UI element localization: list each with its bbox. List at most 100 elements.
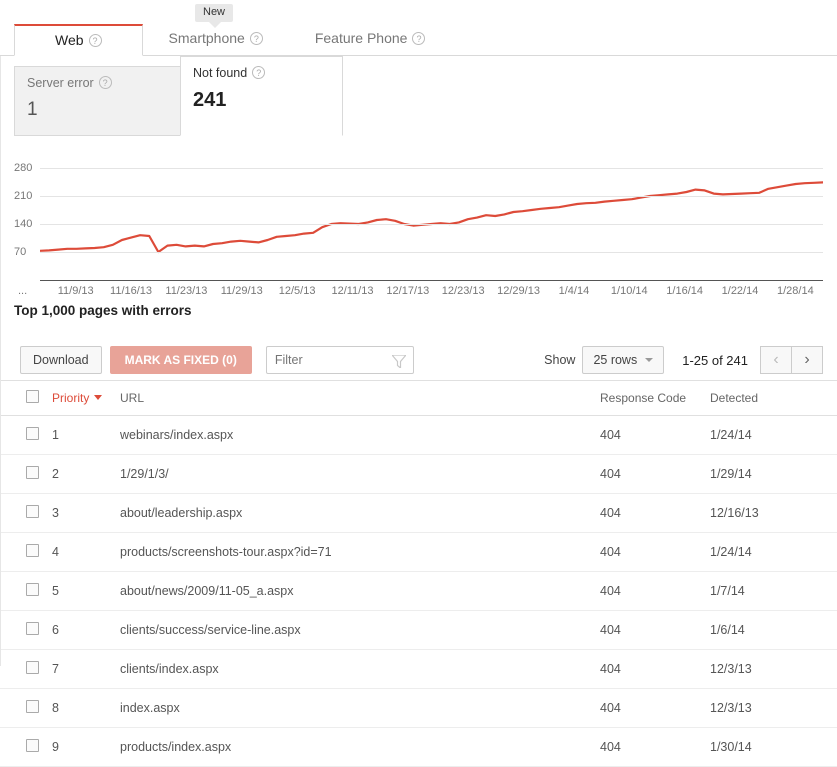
download-button[interactable]: Download <box>20 346 102 374</box>
rows-per-page-select[interactable]: 25 rows <box>582 346 664 374</box>
column-header-url[interactable]: URL <box>120 381 600 416</box>
metric-cards: Server error? 1 Not found? 241 <box>0 56 837 136</box>
row-checkbox[interactable] <box>26 583 39 596</box>
help-icon-not-found[interactable]: ? <box>252 66 265 79</box>
row-checkbox[interactable] <box>26 544 39 557</box>
row-checkbox[interactable] <box>26 466 39 479</box>
cell-priority: 6 <box>52 611 120 650</box>
cell-url[interactable]: products/index.aspx <box>120 728 600 767</box>
table-row[interactable]: 5about/news/2009/11-05_a.aspx4041/7/14 <box>0 572 837 611</box>
new-badge-label: New <box>203 6 225 18</box>
row-select-cell <box>0 455 52 494</box>
table-row[interactable]: 4products/screenshots-tour.aspx?id=71404… <box>0 533 837 572</box>
cell-priority: 8 <box>52 689 120 728</box>
cell-response-code: 404 <box>600 572 710 611</box>
column-header-priority-label: Priority <box>52 391 89 405</box>
metric-card-not-found[interactable]: Not found? 241 <box>180 56 343 136</box>
filter-box[interactable] <box>266 346 414 374</box>
cell-detected: 1/24/14 <box>710 416 837 455</box>
column-header-response-code[interactable]: Response Code <box>600 381 710 416</box>
row-checkbox[interactable] <box>26 622 39 635</box>
show-label: Show <box>544 353 575 367</box>
metric-card-not-found-label: Not found? <box>193 66 330 80</box>
cell-priority: 3 <box>52 494 120 533</box>
row-checkbox[interactable] <box>26 739 39 752</box>
table-row[interactable]: 1webinars/index.aspx4041/24/14 <box>0 416 837 455</box>
chart-plot <box>40 154 823 280</box>
cell-url[interactable]: products/screenshots-tour.aspx?id=71 <box>120 533 600 572</box>
cell-priority: 2 <box>52 455 120 494</box>
previous-page-button[interactable]: ‹ <box>760 346 792 374</box>
cell-url[interactable]: about/news/2009/11-05_a.aspx <box>120 572 600 611</box>
row-checkbox[interactable] <box>26 505 39 518</box>
tab-feature-phone[interactable]: Feature Phone? <box>289 23 452 55</box>
row-select-cell <box>0 494 52 533</box>
cell-url[interactable]: 1/29/1/3/ <box>120 455 600 494</box>
metric-label-text: Server error <box>27 76 94 90</box>
cell-response-code: 404 <box>600 611 710 650</box>
cell-url[interactable]: clients/success/service-line.aspx <box>120 611 600 650</box>
metric-card-not-found-value: 241 <box>193 89 330 112</box>
cell-url[interactable]: about/leadership.aspx <box>120 494 600 533</box>
x-axis-tick: ... <box>14 285 48 297</box>
help-icon-smartphone[interactable]: ? <box>250 32 263 45</box>
x-axis-tick: 11/9/13 <box>48 285 103 297</box>
chart-gridline <box>40 252 823 253</box>
row-select-cell <box>0 728 52 767</box>
table-header-row: Priority URL Response Code Detected <box>0 381 837 416</box>
metric-card-server-error-value: 1 <box>27 99 168 121</box>
table-row[interactable]: 8index.aspx40412/3/13 <box>0 689 837 728</box>
table-row[interactable]: 21/29/1/3/4041/29/14 <box>0 455 837 494</box>
tab-bar: Web? Smartphone? Feature Phone? <box>0 24 837 56</box>
help-icon-feature-phone[interactable]: ? <box>412 32 425 45</box>
page-title: Top 1,000 pages with errors <box>0 297 837 318</box>
y-axis-tick: 140 <box>14 218 40 230</box>
mark-as-fixed-button[interactable]: MARK AS FIXED (0) <box>110 346 252 374</box>
cell-detected: 1/7/14 <box>710 572 837 611</box>
x-axis-tick: 11/23/13 <box>159 285 214 297</box>
cell-priority: 7 <box>52 650 120 689</box>
select-all-checkbox[interactable] <box>26 390 39 403</box>
new-badge: New <box>195 4 233 22</box>
x-axis-tick: 1/16/14 <box>657 285 712 297</box>
tab-smartphone[interactable]: Smartphone? <box>143 23 289 55</box>
column-header-priority[interactable]: Priority <box>52 381 120 416</box>
metric-card-server-error[interactable]: Server error? 1 <box>14 66 181 136</box>
next-page-button[interactable]: › <box>791 346 823 374</box>
cell-priority: 1 <box>52 416 120 455</box>
row-select-cell <box>0 533 52 572</box>
errors-table-body: 1webinars/index.aspx4041/24/1421/29/1/3/… <box>0 416 837 767</box>
help-icon-server-error[interactable]: ? <box>99 76 112 89</box>
x-axis-tick: 12/29/13 <box>491 285 546 297</box>
help-icon-web[interactable]: ? <box>89 34 102 47</box>
row-checkbox[interactable] <box>26 661 39 674</box>
cell-detected: 1/30/14 <box>710 728 837 767</box>
x-axis-tick: 12/11/13 <box>325 285 380 297</box>
table-toolbar: Download MARK AS FIXED (0) Show 25 rows … <box>0 318 837 380</box>
table-row[interactable]: 9products/index.aspx4041/30/14 <box>0 728 837 767</box>
cell-url[interactable]: index.aspx <box>120 689 600 728</box>
chevron-down-icon <box>645 358 653 362</box>
row-checkbox[interactable] <box>26 700 39 713</box>
y-axis-tick: 210 <box>14 190 40 202</box>
row-select-cell <box>0 572 52 611</box>
cell-response-code: 404 <box>600 533 710 572</box>
chart-gridline <box>40 224 823 225</box>
select-all-header <box>0 381 52 416</box>
row-select-cell <box>0 689 52 728</box>
column-header-detected[interactable]: Detected <box>710 381 837 416</box>
cell-detected: 12/16/13 <box>710 494 837 533</box>
table-row[interactable]: 3about/leadership.aspx40412/16/13 <box>0 494 837 533</box>
cell-url[interactable]: clients/index.aspx <box>120 650 600 689</box>
tab-web[interactable]: Web? <box>14 24 143 56</box>
cell-url[interactable]: webinars/index.aspx <box>120 416 600 455</box>
x-axis-tick: 12/17/13 <box>380 285 435 297</box>
metric-card-server-error-label: Server error? <box>27 76 168 90</box>
table-row[interactable]: 7clients/index.aspx40412/3/13 <box>0 650 837 689</box>
pagination-count: 1-25 of 241 <box>682 353 748 368</box>
row-checkbox[interactable] <box>26 427 39 440</box>
cell-priority: 5 <box>52 572 120 611</box>
y-axis-tick: 280 <box>14 162 40 174</box>
table-row[interactable]: 6clients/success/service-line.aspx4041/6… <box>0 611 837 650</box>
cell-response-code: 404 <box>600 494 710 533</box>
